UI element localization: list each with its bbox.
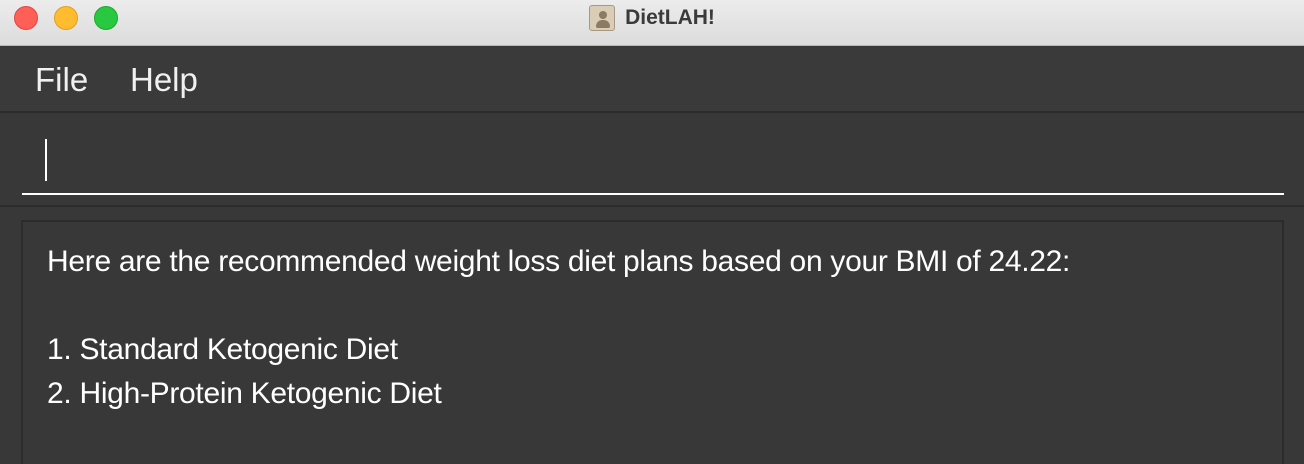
- diet-plan-item: 2. High-Protein Ketogenic Diet: [47, 377, 442, 410]
- command-input[interactable]: [22, 129, 1284, 195]
- diet-plan-item: 1. Standard Ketogenic Diet: [47, 333, 398, 366]
- command-box-container: [0, 115, 1304, 207]
- menu-help[interactable]: Help: [130, 61, 198, 99]
- contact-card-icon: [589, 5, 616, 31]
- window-title: DietLAH!: [625, 6, 715, 29]
- window-titlebar: DietLAH!: [0, 0, 1304, 46]
- result-heading: Here are the recommended weight loss die…: [47, 245, 1071, 278]
- menu-bar: File Help: [0, 47, 1304, 113]
- window-title-group: DietLAH!: [0, 0, 1304, 36]
- text-caret: [45, 139, 47, 181]
- menu-file[interactable]: File: [35, 61, 88, 99]
- result-display: Here are the recommended weight loss die…: [21, 220, 1284, 464]
